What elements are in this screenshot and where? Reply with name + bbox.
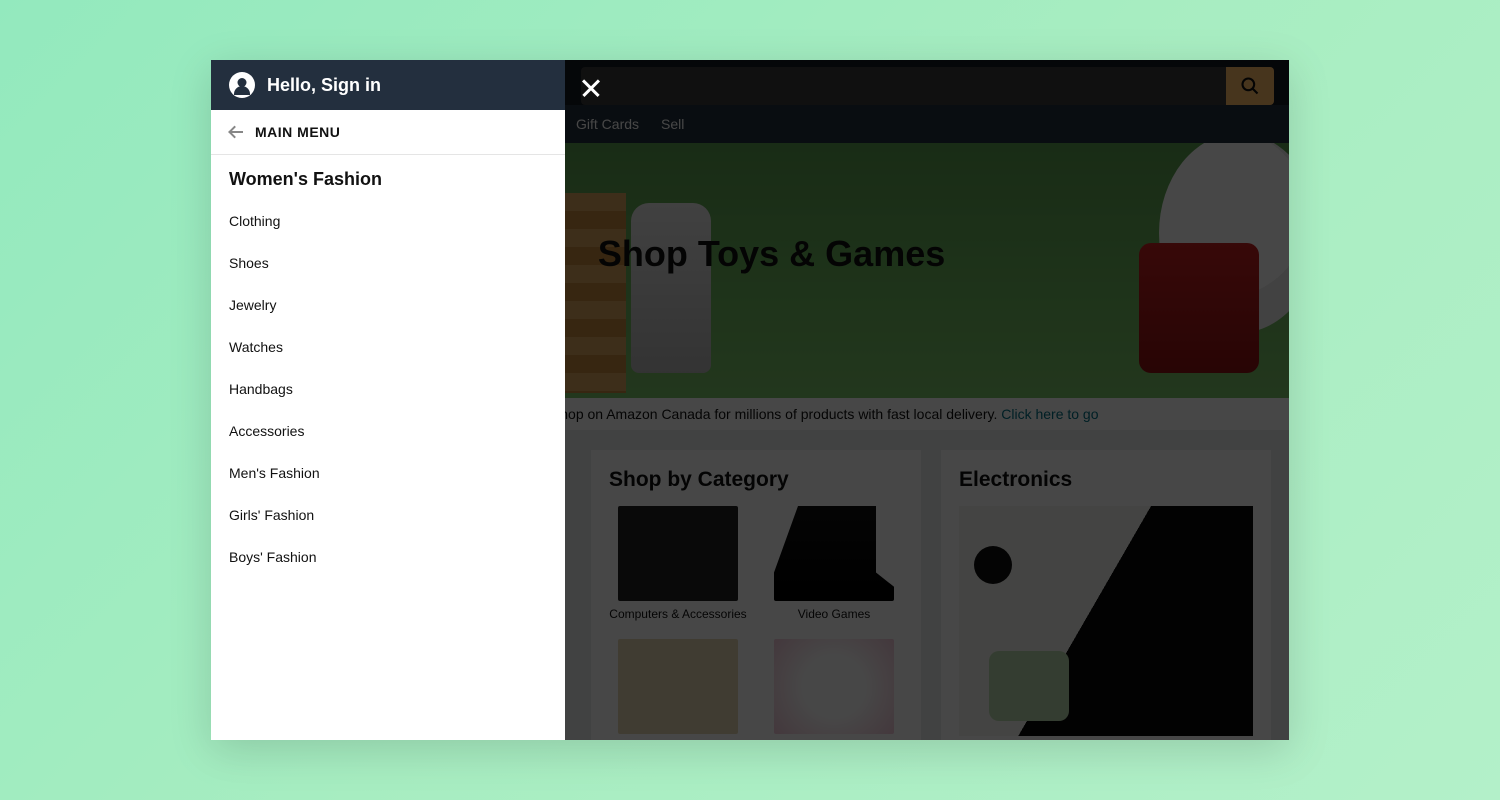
menu-item-boys-fashion[interactable]: Boys' Fashion <box>211 536 565 578</box>
menu-item-watches[interactable]: Watches <box>211 326 565 368</box>
app-frame: Gift Cards Sell Shop Toys & Games azon.c… <box>211 60 1289 740</box>
menu-item-handbags[interactable]: Handbags <box>211 368 565 410</box>
arrow-left-icon <box>229 126 245 138</box>
menu-item-clothing[interactable]: Clothing <box>211 200 565 242</box>
side-menu-header[interactable]: Hello, Sign in <box>211 60 565 110</box>
close-menu-button[interactable] <box>577 74 605 102</box>
menu-item-jewelry[interactable]: Jewelry <box>211 284 565 326</box>
back-label: MAIN MENU <box>255 124 340 140</box>
main-menu-back[interactable]: MAIN MENU <box>211 110 565 155</box>
menu-item-girls-fashion[interactable]: Girls' Fashion <box>211 494 565 536</box>
menu-item-mens-fashion[interactable]: Men's Fashion <box>211 452 565 494</box>
menu-item-shoes[interactable]: Shoes <box>211 242 565 284</box>
avatar-icon <box>229 72 255 98</box>
menu-item-accessories[interactable]: Accessories <box>211 410 565 452</box>
section-title: Women's Fashion <box>211 155 565 200</box>
greeting-text: Hello, Sign in <box>267 75 381 96</box>
side-menu: Hello, Sign in MAIN MENU Women's Fashion… <box>211 60 565 740</box>
